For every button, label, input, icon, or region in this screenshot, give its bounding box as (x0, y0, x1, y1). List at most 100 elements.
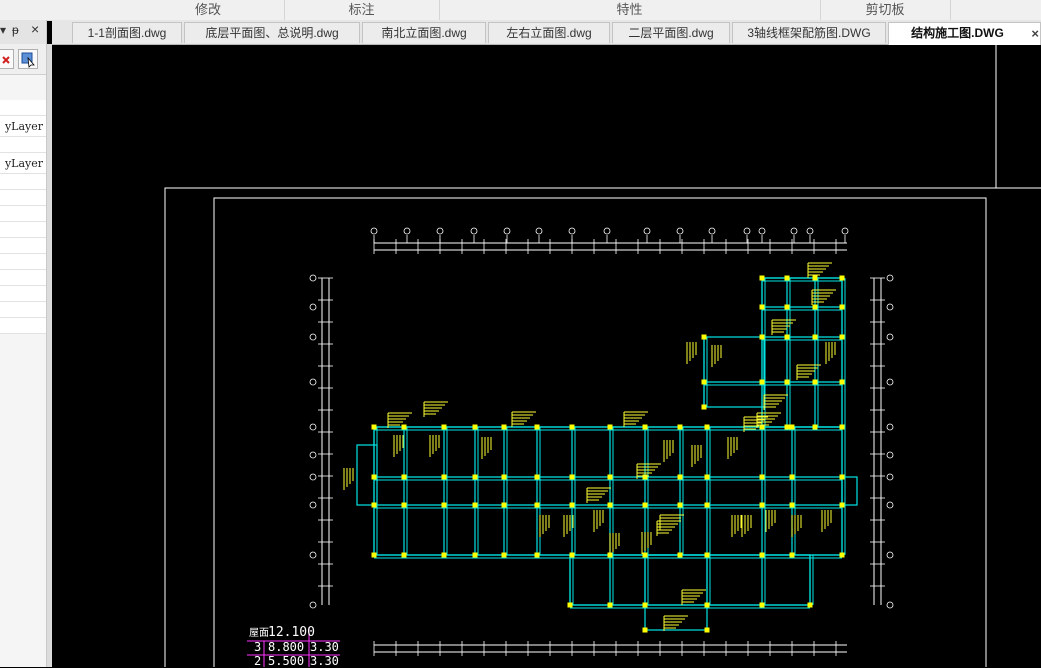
column-mark (569, 502, 575, 508)
column-mark (759, 379, 765, 385)
property-row[interactable] (0, 254, 46, 270)
axis-bubble (436, 227, 444, 235)
axis-bubble (470, 227, 478, 235)
column-mark (371, 474, 377, 480)
axis-bubble (309, 473, 317, 481)
property-row[interactable] (0, 100, 46, 116)
property-row[interactable] (0, 206, 46, 222)
ribbon-group-clipboard[interactable]: 剪切板 (820, 0, 951, 20)
properties-panel: ▾ ᵽ × yLayer yLayer (0, 20, 47, 667)
column-mark (839, 552, 845, 558)
column-mark (472, 474, 478, 480)
axis-bubble (886, 551, 894, 559)
panel-close-icon[interactable]: × (31, 21, 39, 37)
tab-1-1-section[interactable]: 1-1剖面图.dwg (72, 22, 182, 43)
column-mark (759, 334, 765, 340)
column-mark (567, 602, 573, 608)
axis-bubble (309, 303, 317, 311)
column-mark (501, 552, 507, 558)
tab-close-icon[interactable]: × (1031, 23, 1039, 44)
column-mark (789, 424, 795, 430)
property-row[interactable] (0, 302, 46, 318)
axis-bubble (309, 274, 317, 282)
axis-bubble (886, 274, 894, 282)
axis-bubble (603, 227, 611, 235)
property-row[interactable] (0, 222, 46, 238)
column-mark (569, 474, 575, 480)
property-row-lineweight[interactable]: yLayer (0, 153, 46, 174)
column-mark (642, 502, 648, 508)
tab-axis3-frame-rebar[interactable]: 3轴线框架配筋图.DWG (732, 22, 886, 43)
axis-bubble (886, 501, 894, 509)
drawing-canvas[interactable]: 屋面 12.100 3 8.800 3.30 2 5.500 3.30 (52, 45, 1041, 668)
column-mark (704, 602, 710, 608)
axis-bubble (309, 333, 317, 341)
property-row[interactable] (0, 190, 46, 206)
property-row[interactable] (0, 318, 46, 334)
column-mark (677, 424, 683, 430)
column-mark (472, 552, 478, 558)
column-mark (642, 627, 648, 633)
level-elevation: 5.500 (268, 654, 305, 668)
ribbon-group-properties[interactable]: 特性 (439, 0, 821, 20)
column-mark (607, 502, 613, 508)
tab-north-south-elevation[interactable]: 南北立面图.dwg (362, 22, 486, 43)
property-row-linetype[interactable]: yLayer (0, 116, 46, 137)
column-mark (472, 502, 478, 508)
properties-toolbar (0, 44, 46, 75)
column-mark (701, 334, 707, 340)
column-mark (812, 304, 818, 310)
axis-bubble (643, 227, 651, 235)
document-tab-bar: 1-1剖面图.dwg 底层平面图、总说明.dwg 南北立面图.dwg 左右立面图… (52, 20, 1041, 45)
column-mark (704, 552, 710, 558)
column-mark (677, 552, 683, 558)
clear-selection-button[interactable] (0, 49, 14, 69)
axis-bubble (790, 227, 798, 235)
column-mark (441, 552, 447, 558)
column-mark (607, 602, 613, 608)
column-mark (701, 379, 707, 385)
ribbon-group-annotate[interactable]: 标注 (284, 0, 440, 20)
property-blank-area (0, 334, 46, 640)
column-mark (607, 424, 613, 430)
ribbon-group-bar: 修改 标注 特性 剪切板 (0, 0, 1041, 21)
column-mark (789, 474, 795, 480)
column-mark (534, 552, 540, 558)
property-row[interactable] (0, 174, 46, 190)
beam-outline (761, 277, 843, 428)
property-row[interactable] (0, 137, 46, 153)
tab-second-floor-plan[interactable]: 二层平面图.dwg (612, 22, 730, 43)
property-row[interactable] (0, 238, 46, 254)
structural-plan-drawing (164, 45, 1041, 667)
properties-panel-header: ▾ ᵽ × (0, 20, 46, 45)
column-mark (642, 474, 648, 480)
panel-dropdown-icon[interactable]: ▾ (0, 23, 6, 37)
quick-select-icon (21, 52, 35, 68)
property-row[interactable] (0, 286, 46, 302)
tab-ground-floor-plan[interactable]: 底层平面图、总说明.dwg (184, 22, 360, 43)
column-mark (704, 424, 710, 430)
column-mark (704, 474, 710, 480)
column-mark (812, 379, 818, 385)
column-mark (839, 424, 845, 430)
column-mark (401, 552, 407, 558)
ribbon-group-modify[interactable]: 修改 (132, 0, 285, 20)
tab-structural-drawing[interactable]: 结构施工图.DWG × (888, 22, 1041, 45)
column-mark (371, 502, 377, 508)
column-mark (704, 627, 710, 633)
column-mark (704, 502, 710, 508)
column-mark (401, 474, 407, 480)
property-row[interactable] (0, 270, 46, 286)
column-mark (401, 424, 407, 430)
quick-select-button[interactable] (18, 49, 38, 69)
column-mark (759, 602, 765, 608)
column-mark (759, 474, 765, 480)
column-mark (839, 275, 845, 281)
column-mark (812, 424, 818, 430)
pin-icon[interactable]: ᵽ (12, 23, 19, 37)
column-mark (784, 304, 790, 310)
column-mark (759, 502, 765, 508)
tab-left-right-elevation[interactable]: 左右立面图.dwg (488, 22, 610, 43)
column-mark (569, 552, 575, 558)
axis-bubble (309, 378, 317, 386)
